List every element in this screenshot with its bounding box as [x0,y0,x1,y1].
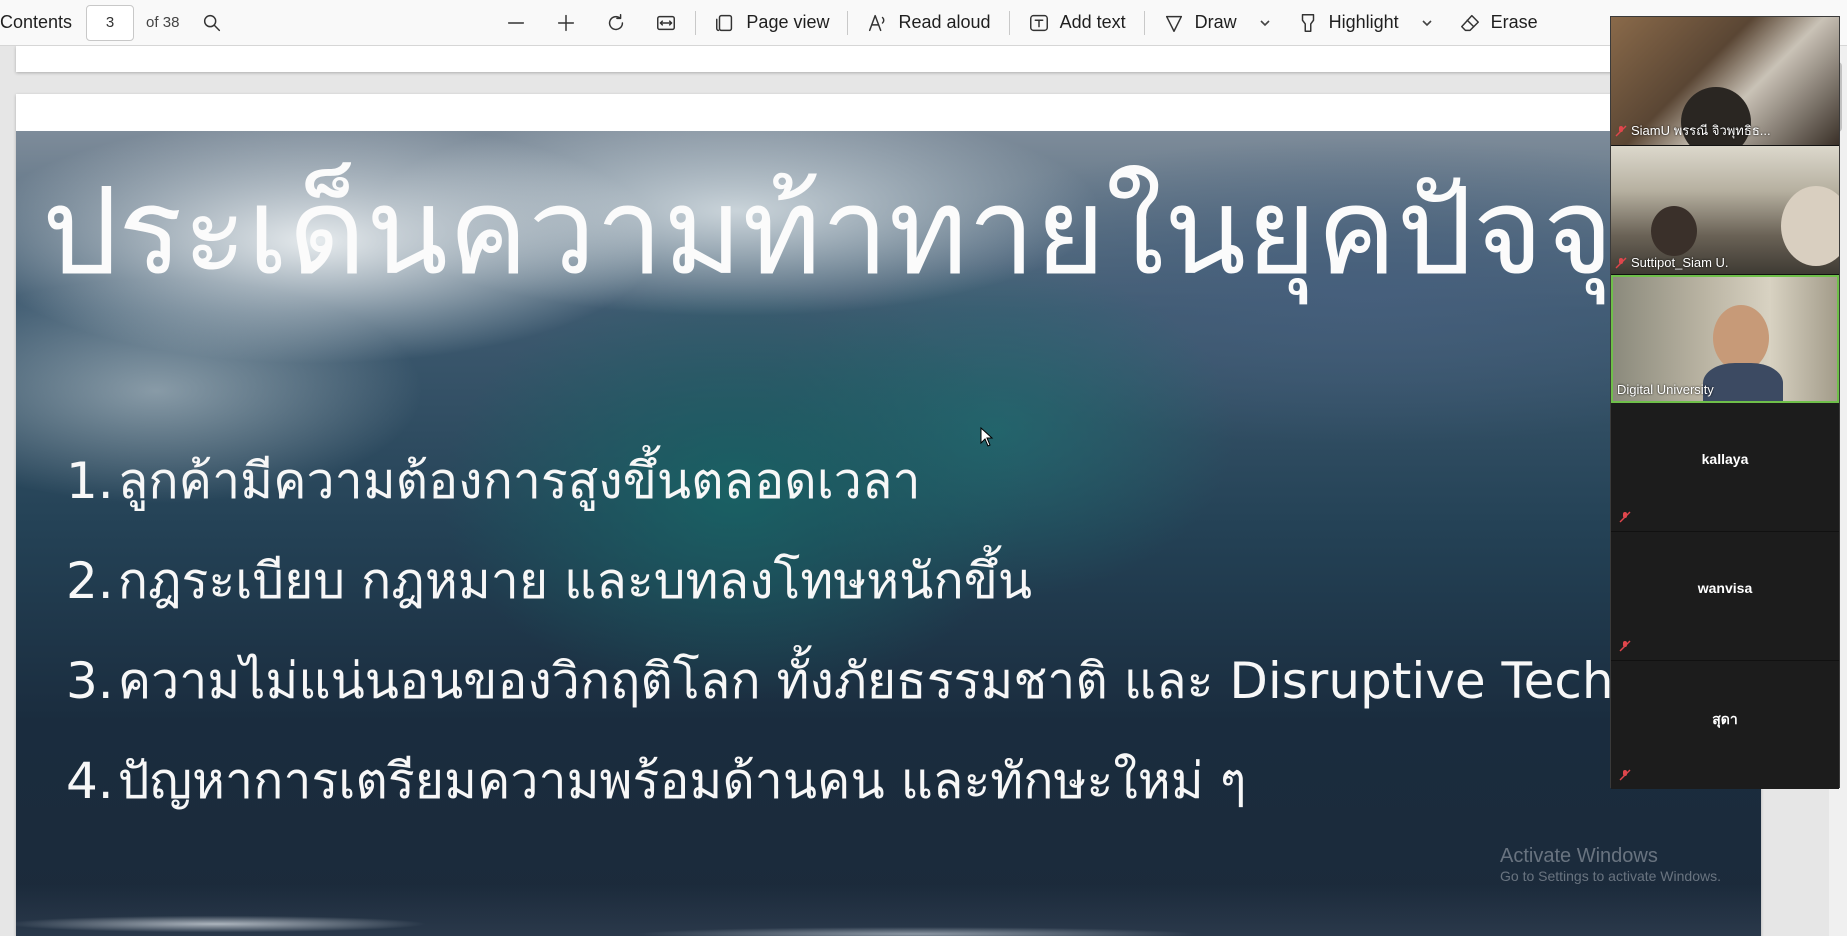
document-viewport[interactable]: ประเด็นความท้าทายในยุคปัจจุบัน 1. ลูกค้า… [0,46,1847,936]
fit-width-icon[interactable] [649,5,683,41]
participant-name: SiamU พรรณี จิวพุทธิธ... [1631,123,1771,138]
participant-name: wanvisa [1697,580,1753,596]
toolbar-divider [1008,10,1010,35]
add-text-icon [1029,14,1048,31]
participant-tile[interactable]: SiamU พรรณี จิวพุทธิธ... [1611,17,1839,146]
mic-muted-icon [1619,511,1631,523]
participant-video [1703,363,1783,401]
participant-name: Digital University [1617,382,1714,397]
page-number-input[interactable] [86,4,135,41]
toolbar-divider [695,10,697,35]
list-item-text: ความไม่แน่นอนของวิกฤติโลก ทั้งภัยธรรมชาต… [117,651,1761,710]
list-item-text: ลูกค้ามีความต้องการสูงขึ้นตลอดเวลา [117,451,921,510]
watermark-title: Activate Windows [1500,845,1658,867]
toolbar-divider [1143,10,1145,35]
zoom-out-icon[interactable] [499,5,533,41]
mic-muted-icon [1619,640,1631,652]
list-item: 2. กฎระเบียบ กฎหมาย และบทลงโทษหนักขึ้น [66,531,1761,631]
list-item-number: 3. [66,652,114,710]
list-item-number: 1. [66,452,114,510]
highlighter-icon [1301,13,1314,32]
add-text-button[interactable]: Add text [1022,3,1132,43]
participant-name: สุดา [1712,711,1738,727]
slide-title: ประเด็นความท้าทายในยุคปัจจุบัน [42,163,1761,302]
participant-tile-active-speaker[interactable]: Digital University [1611,275,1839,403]
participant-name-tag: Suttipot_Siam U. [1615,255,1729,270]
participant-video [1713,305,1769,371]
participant-name-tag: SiamU พรรณี จิวพุทธิธ... [1615,120,1771,141]
mouse-cursor-icon [980,427,994,447]
list-item: 1. ลูกค้ามีความต้องการสูงขึ้นตลอดเวลา [66,431,1761,531]
participant-tile[interactable]: wanvisa [1611,532,1839,661]
draw-options-chevron-icon[interactable] [1255,5,1275,41]
highlight-label: Highlight [1328,12,1399,32]
list-item-text: กฎระเบียบ กฎหมาย และบทลงโทษหนักขึ้น [117,551,1033,610]
participant-tile[interactable]: kallaya [1611,403,1839,532]
activate-windows-watermark: Activate Windows Go to Settings to activ… [1500,845,1721,884]
participant-name: Suttipot_Siam U. [1631,255,1729,270]
add-text-label: Add text [1059,12,1126,32]
erase-button[interactable]: Erase [1453,3,1544,43]
pdf-toolbar: Contents of 38 Page view Read aloud Add … [0,0,1847,46]
participant-name: kallaya [1701,451,1749,467]
participant-video [1651,206,1697,256]
mic-muted-icon [1619,769,1631,781]
page-total: of 38 [146,14,180,31]
draw-label: Draw [1194,12,1237,32]
read-aloud-icon [869,14,885,31]
wave-foam [16,884,1761,936]
eraser-icon [1460,14,1479,31]
current-page: ประเด็นความท้าทายในยุคปัจจุบัน 1. ลูกค้า… [16,94,1761,936]
search-icon[interactable] [195,5,229,41]
contents-button[interactable]: Contents [0,12,72,33]
zoom-in-icon[interactable] [549,5,583,41]
list-item-number: 2. [66,552,114,610]
participant-tile[interactable]: Suttipot_Siam U. [1611,146,1839,275]
list-item: 3. ความไม่แน่นอนของวิกฤติโลก ทั้งภัยธรรม… [66,631,1761,731]
page-view-label: Page view [746,12,830,32]
rotate-icon[interactable] [599,5,633,41]
slide-bullet-list: 1. ลูกค้ามีความต้องการสูงขึ้นตลอดเวลา 2.… [66,431,1761,831]
read-aloud-button[interactable]: Read aloud [860,3,996,43]
participant-video [1781,186,1839,266]
slide-background-ocean-wave: ประเด็นความท้าทายในยุคปัจจุบัน 1. ลูกค้า… [16,131,1761,936]
meeting-participant-gallery: SiamU พรรณี จิวพุทธิธ... Suttipot_Siam U… [1610,16,1840,789]
participant-name-tag: Digital University [1617,382,1714,397]
previous-page [16,46,1761,72]
page-view-icon [716,14,733,31]
erase-label: Erase [1490,12,1538,32]
toolbar-divider [847,10,849,35]
read-aloud-label: Read aloud [898,12,991,32]
highlight-button[interactable]: Highlight [1291,3,1405,43]
list-item: 4. ปัญหาการเตรียมความพร้อมด้านคน และทักษ… [66,731,1761,831]
mic-muted-icon [1615,257,1627,268]
list-item-text: ปัญหาการเตรียมความพร้อมด้านคน และทักษะให… [117,751,1247,810]
highlight-options-chevron-icon[interactable] [1417,5,1437,41]
watermark-subtitle: Go to Settings to activate Windows. [1500,868,1721,884]
draw-button[interactable]: Draw [1157,3,1243,43]
list-item-number: 4. [66,752,114,810]
page-view-button[interactable]: Page view [708,3,835,43]
participant-tile[interactable]: สุดา [1611,661,1839,789]
draw-icon [1165,15,1182,32]
mic-muted-icon [1615,125,1627,136]
